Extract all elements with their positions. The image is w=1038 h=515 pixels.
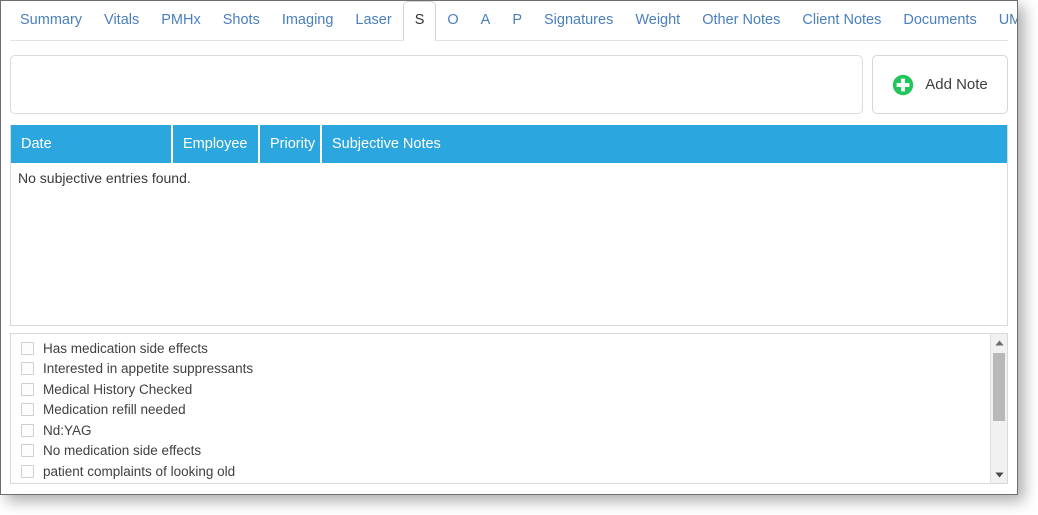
column-header-date[interactable]: Date <box>11 125 173 163</box>
tab-client-notes[interactable]: Client Notes <box>791 1 892 38</box>
tab-subjective[interactable]: S <box>402 1 437 41</box>
tab-documents[interactable]: Documents <box>892 1 987 38</box>
checkbox[interactable] <box>21 464 34 478</box>
list-item[interactable]: Medical History Checked <box>15 379 990 400</box>
list-item[interactable]: Interested in appetite suppressants <box>15 359 990 380</box>
list-item-label: No medication side effects <box>43 443 202 458</box>
table-body: No subjective entries found. <box>11 163 1007 325</box>
checkbox[interactable] <box>21 403 34 417</box>
checkbox[interactable] <box>21 444 34 458</box>
checklist-items: Has medication side effects Interested i… <box>11 334 990 483</box>
checkbox[interactable] <box>21 423 34 437</box>
list-item-label: Medication refill needed <box>43 402 186 417</box>
table-header-row: Date Employee Priority Subjective Notes <box>11 125 1007 163</box>
tab-objective[interactable]: O <box>436 1 469 38</box>
list-item[interactable]: Nd:YAG <box>15 420 990 441</box>
list-item[interactable]: Has medication side effects <box>15 338 990 359</box>
tab-shots[interactable]: Shots <box>212 1 271 38</box>
tab-plan[interactable]: P <box>501 1 533 38</box>
scroll-down-button[interactable] <box>990 466 1007 483</box>
list-item-label: patient complaints of looking old <box>43 463 236 479</box>
checkbox[interactable] <box>21 362 34 376</box>
checkbox[interactable] <box>21 382 34 396</box>
tab-other-notes[interactable]: Other Notes <box>691 1 791 38</box>
tab-imaging[interactable]: Imaging <box>271 1 345 38</box>
tab-assessment[interactable]: A <box>470 1 502 38</box>
scrollbar-thumb[interactable] <box>993 353 1005 421</box>
subjective-note-input[interactable] <box>10 55 863 114</box>
scroll-up-button[interactable] <box>990 334 1007 351</box>
list-item[interactable]: patient complaints of looking old <box>15 461 990 482</box>
list-item[interactable]: No medication side effects <box>15 441 990 462</box>
scrollbar-track[interactable] <box>991 351 1007 466</box>
tab-bar: Summary Vitals PMHx Shots Imaging Laser … <box>1 1 1017 41</box>
tab-summary[interactable]: Summary <box>9 1 93 38</box>
list-item-label: Nd:YAG <box>43 422 92 438</box>
add-note-button[interactable]: Add Note <box>872 55 1008 114</box>
list-item-label: Interested in appetite suppressants <box>43 361 254 376</box>
list-item-label: Medical History Checked <box>43 381 193 397</box>
tab-signatures[interactable]: Signatures <box>533 1 624 38</box>
soap-notes-panel: Summary Vitals PMHx Shots Imaging Laser … <box>0 0 1018 495</box>
tab-laser[interactable]: Laser <box>344 1 402 38</box>
checkbox[interactable] <box>21 341 34 355</box>
plus-circle-icon <box>892 74 914 96</box>
list-item-label: Has medication side effects <box>43 340 208 356</box>
empty-state-message: No subjective entries found. <box>18 170 191 186</box>
tab-bar-divider <box>10 40 1008 41</box>
chevron-down-icon <box>994 472 1004 478</box>
tab-weight[interactable]: Weight <box>624 1 691 38</box>
chevron-up-icon <box>994 340 1004 346</box>
list-item[interactable] <box>15 482 990 484</box>
tab-vitals[interactable]: Vitals <box>93 1 150 38</box>
list-item[interactable]: Medication refill needed <box>15 400 990 421</box>
tab-umr-forms[interactable]: UMR Forms <box>988 1 1017 38</box>
checklist-scrollbar[interactable] <box>990 334 1007 483</box>
subjective-notes-table: Date Employee Priority Subjective Notes … <box>10 125 1008 326</box>
column-header-employee[interactable]: Employee <box>173 125 260 163</box>
subjective-phrase-checklist: Has medication side effects Interested i… <box>10 333 1008 484</box>
column-header-priority[interactable]: Priority <box>260 125 322 163</box>
tab-pmhx[interactable]: PMHx <box>150 1 211 38</box>
column-header-subjective-notes[interactable]: Subjective Notes <box>322 125 1007 163</box>
add-note-button-label: Add Note <box>925 76 988 93</box>
note-entry-row: Add Note <box>1 41 1017 114</box>
